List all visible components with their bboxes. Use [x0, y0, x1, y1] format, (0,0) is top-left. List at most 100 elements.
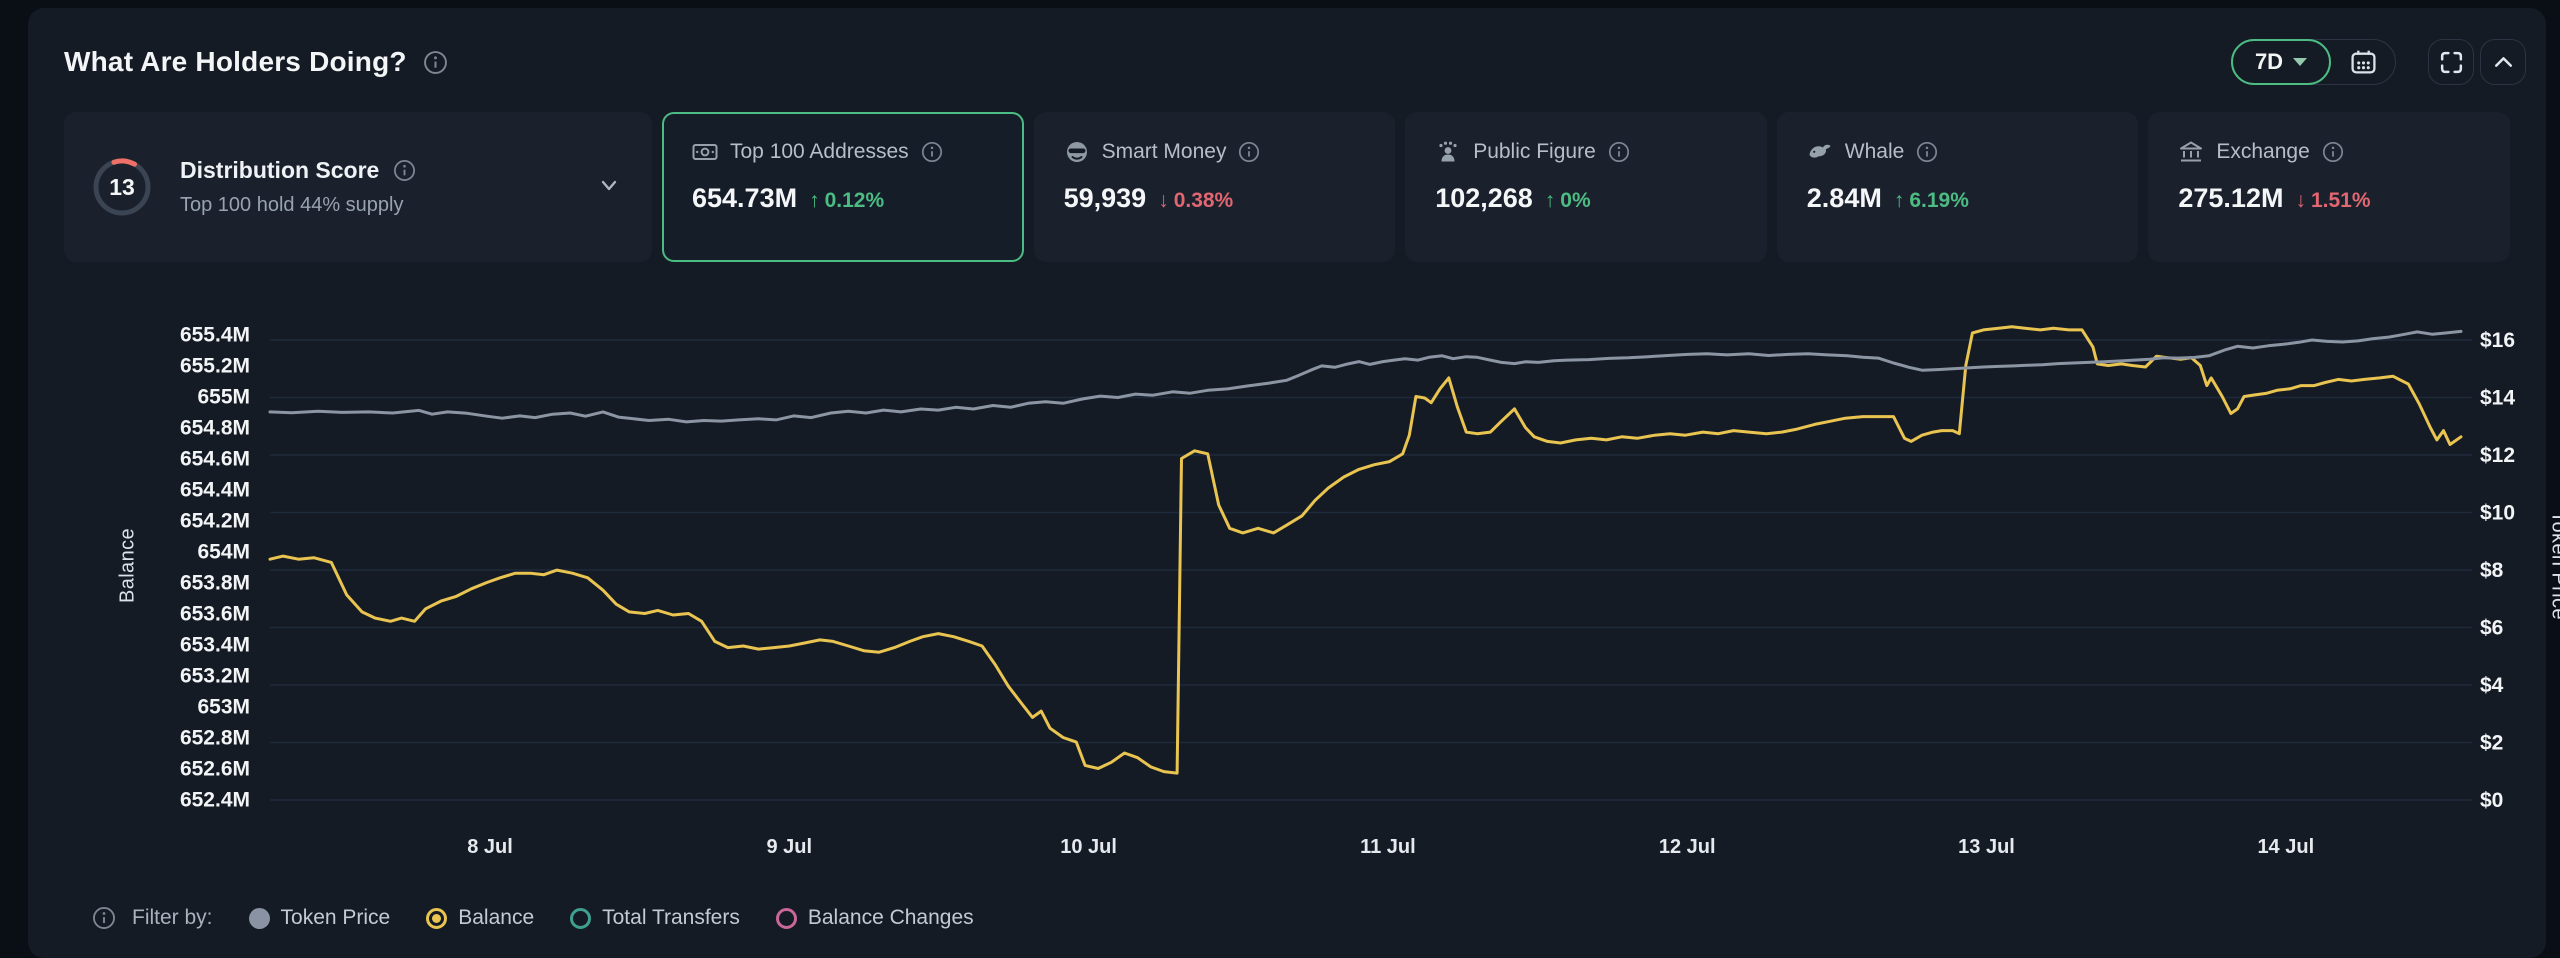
- y-axis-tick-right: $8: [2480, 559, 2504, 582]
- public-figure-icon: [1435, 139, 1461, 165]
- y-axis-tick-left: 654.6M: [180, 448, 250, 471]
- y-axis-title-balance: Balance: [117, 496, 140, 636]
- card-smart-money[interactable]: Smart Money 59,939 ↓ 0.38%: [1034, 112, 1396, 262]
- info-icon[interactable]: [921, 141, 943, 163]
- distribution-score-text: Distribution Score Top 100 hold 44% supp…: [180, 157, 416, 217]
- calendar-icon: [2350, 49, 2377, 76]
- metric-cards-row: 13 Distribution Score Top 100 hold 44% s…: [28, 108, 2546, 262]
- holders-chart[interactable]: 655.4M 655.2M 655M 654.8M 654.6M 654.4M 654.2M…: [28, 298, 2560, 878]
- exchange-bank-icon: [2178, 139, 2204, 165]
- card-public-figure[interactable]: Public Figure 102,268 ↑ 0%: [1405, 112, 1767, 262]
- y-axis-tick-left: 652.6M: [180, 758, 250, 781]
- card-exchange[interactable]: Exchange 275.12M ↓ 1.51%: [2148, 112, 2510, 262]
- y-axis-tick-right: $12: [2480, 444, 2515, 467]
- card-label: Smart Money: [1102, 140, 1227, 164]
- collapse-button[interactable]: [2480, 39, 2526, 85]
- card-change: ↓ 1.51%: [2295, 189, 2370, 213]
- y-axis-tick-right: $2: [2480, 732, 2503, 755]
- card-change: ↑ 0%: [1545, 189, 1591, 213]
- card-value: 102,268: [1435, 183, 1533, 214]
- fullscreen-icon: [2438, 49, 2465, 76]
- y-axis-tick-left: 653M: [197, 696, 250, 719]
- chevron-up-icon: [2490, 49, 2517, 76]
- info-icon[interactable]: [1916, 141, 1938, 163]
- y-axis-tick-left: 652.4M: [180, 789, 250, 812]
- y-axis-tick-left: 653.4M: [180, 634, 250, 657]
- change-arrow: ↑: [1894, 189, 1905, 213]
- card-change: ↓ 0.38%: [1158, 189, 1233, 213]
- holders-dashboard: { "header": { "title": "What Are Holders…: [0, 0, 2560, 942]
- y-axis-tick-right: $14: [2480, 387, 2515, 410]
- x-axis-tick: 14 Jul: [2257, 836, 2314, 858]
- card-value: 2.84M: [1807, 183, 1882, 214]
- range-group: 7D: [2232, 39, 2396, 85]
- y-axis-tick-right: $0: [2480, 789, 2503, 812]
- distribution-score-title: Distribution Score: [180, 157, 379, 184]
- y-axis-tick-left: 655M: [197, 386, 250, 409]
- chevron-down-icon: [2293, 58, 2307, 66]
- change-pct: 6.19%: [1909, 189, 1969, 213]
- card-whale[interactable]: Whale 2.84M ↑ 6.19%: [1777, 112, 2139, 262]
- y-axis-tick-left: 655.2M: [180, 355, 250, 378]
- legend-item-balance-changes[interactable]: Balance Changes: [776, 906, 974, 930]
- y-axis-tick-left: 653.8M: [180, 572, 250, 595]
- info-icon[interactable]: [423, 50, 448, 75]
- change-arrow: ↓: [1158, 189, 1169, 213]
- distribution-score-card[interactable]: 13 Distribution Score Top 100 hold 44% s…: [64, 112, 652, 262]
- legend-label: Balance: [458, 906, 534, 930]
- info-icon[interactable]: [1238, 141, 1260, 163]
- card-label: Whale: [1845, 140, 1905, 164]
- card-label: Exchange: [2216, 140, 2309, 164]
- legend-item-token-price[interactable]: Token Price: [249, 906, 391, 930]
- total-transfers-marker: [570, 908, 591, 929]
- change-arrow: ↑: [809, 189, 820, 213]
- y-axis-tick-left: 652.8M: [180, 727, 250, 750]
- y-axis-title-token-price: Token Price: [2547, 488, 2560, 644]
- info-icon[interactable]: [393, 159, 416, 182]
- change-pct: 1.51%: [2311, 189, 2371, 213]
- card-top-100-addresses[interactable]: Top 100 Addresses 654.73M ↑ 0.12%: [662, 112, 1024, 262]
- change-pct: 0.38%: [1174, 189, 1234, 213]
- series-balance: [270, 327, 2461, 773]
- card-change: ↑ 0.12%: [809, 189, 884, 213]
- legend-item-total-transfers[interactable]: Total Transfers: [570, 906, 740, 930]
- legend-label: Token Price: [281, 906, 391, 930]
- card-value: 59,939: [1064, 183, 1147, 214]
- distribution-score-gauge: 13: [90, 155, 154, 219]
- x-axis-tick: 9 Jul: [767, 836, 813, 858]
- y-axis-tick-left: 655.4M: [180, 324, 250, 347]
- card-value: 654.73M: [692, 183, 797, 214]
- legend-label: Total Transfers: [602, 906, 740, 930]
- y-axis-tick-left: 654.4M: [180, 479, 250, 502]
- info-icon[interactable]: [92, 906, 116, 930]
- y-axis-tick-left: 654M: [197, 541, 250, 564]
- smart-money-icon: [1064, 139, 1090, 165]
- calendar-button[interactable]: [2331, 40, 2395, 84]
- page-title: What Are Holders Doing?: [64, 46, 407, 78]
- header-controls: 7D: [2232, 39, 2536, 85]
- token-price-marker: [249, 908, 270, 929]
- x-axis-tick: 11 Jul: [1360, 836, 1416, 858]
- y-axis-tick-left: 653.2M: [180, 665, 250, 688]
- fullscreen-button[interactable]: [2428, 39, 2474, 85]
- x-axis-tick: 12 Jul: [1659, 836, 1716, 858]
- holders-panel: What Are Holders Doing? 7D: [28, 8, 2546, 958]
- legend-label: Balance Changes: [808, 906, 974, 930]
- filter-legend: Filter by: Token Price Balance Total Tra…: [92, 892, 974, 944]
- banknote-icon: [692, 139, 718, 165]
- change-arrow: ↑: [1545, 189, 1556, 213]
- range-selector-button[interactable]: 7D: [2231, 39, 2331, 85]
- card-change: ↑ 6.19%: [1894, 189, 1969, 213]
- y-axis-tick-left: 654.8M: [180, 417, 250, 440]
- distribution-score-value: 13: [90, 155, 154, 219]
- chevron-down-icon[interactable]: [596, 172, 622, 203]
- y-axis-tick-right: $16: [2480, 329, 2515, 352]
- legend-item-balance[interactable]: Balance: [426, 906, 534, 930]
- x-axis-tick: 13 Jul: [1958, 836, 2015, 858]
- series-token-price: [270, 331, 2461, 422]
- info-icon[interactable]: [1608, 141, 1630, 163]
- info-icon[interactable]: [2322, 141, 2344, 163]
- title-wrap: What Are Holders Doing?: [64, 46, 2232, 78]
- x-axis-tick: 8 Jul: [467, 836, 513, 858]
- y-axis-tick-left: 654.2M: [180, 510, 250, 533]
